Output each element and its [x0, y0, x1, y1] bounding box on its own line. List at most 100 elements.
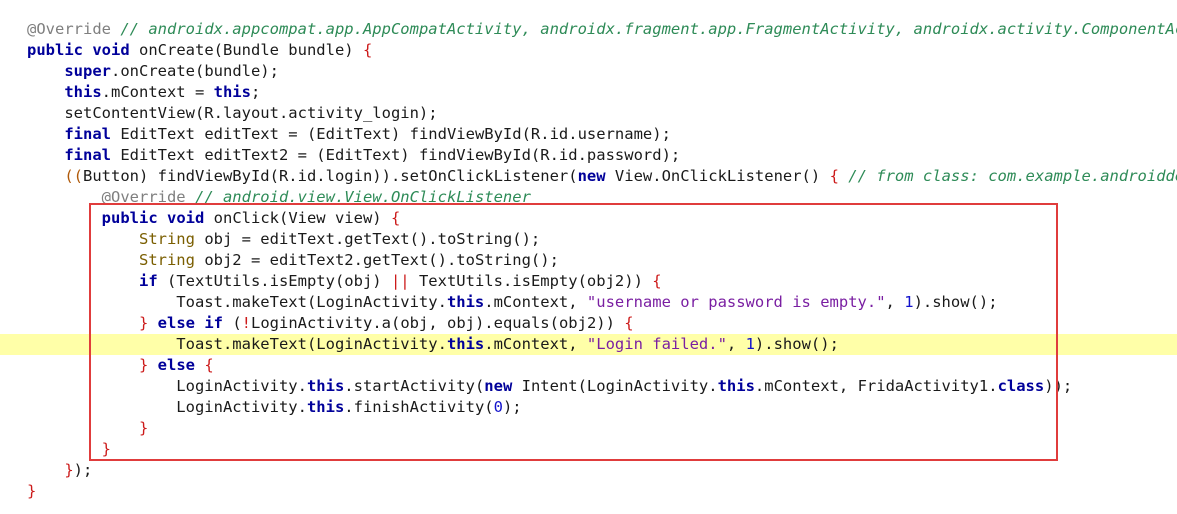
code-token: ));	[1044, 377, 1073, 395]
code-token: LoginActivity.a(obj, obj).equals(obj2))	[251, 314, 625, 332]
code-token: @Override	[101, 188, 195, 206]
code-line[interactable]: }	[0, 481, 1177, 502]
code-token: ).show();	[754, 335, 839, 353]
code-token: final	[64, 125, 111, 143]
code-token: 0	[493, 398, 503, 416]
code-token: new	[484, 377, 513, 395]
code-line[interactable]: LoginActivity.this.finishActivity(0);	[0, 397, 1177, 418]
code-token: void	[92, 41, 130, 59]
code-token: .startActivity(	[344, 377, 485, 395]
code-token: Toast.makeText(LoginActivity.	[27, 293, 447, 311]
code-token: .onCreate(bundle);	[111, 62, 279, 80]
code-token: this	[64, 83, 102, 101]
code-token: ||	[390, 272, 410, 290]
code-token: // android.view.View.OnClickListener	[194, 188, 531, 206]
code-token: Toast.makeText(LoginActivity.	[27, 335, 447, 353]
code-line[interactable]: final EditText editText2 = (EditText) fi…	[0, 145, 1177, 166]
code-token: this	[213, 83, 251, 101]
code-token: this	[446, 335, 485, 353]
code-token: @Override	[27, 20, 121, 38]
code-line[interactable]: final EditText editText = (EditText) fin…	[0, 124, 1177, 145]
code-token: Intent(LoginActivity.	[512, 377, 718, 395]
code-token: String	[138, 251, 195, 269]
code-token: {	[829, 167, 839, 185]
code-token: (	[223, 314, 242, 332]
code-token: .mContext,	[484, 293, 587, 311]
code-token: EditText editText2 = (EditText) findView…	[111, 146, 681, 164]
code-line[interactable]: }	[0, 418, 1177, 439]
code-token: else	[157, 356, 195, 374]
code-token: 1	[745, 335, 755, 353]
code-line[interactable]: public void onCreate(Bundle bundle) {	[0, 40, 1177, 61]
code-token: TextUtils.isEmpty(obj2))	[409, 272, 653, 290]
code-token: else if	[157, 314, 223, 332]
code-line[interactable]: super.onCreate(bundle);	[0, 61, 1177, 82]
code-line[interactable]: ((Button) findViewById(R.id.login)).setO…	[0, 166, 1177, 187]
code-token: String	[138, 230, 195, 248]
code-token: {	[362, 41, 373, 59]
code-token: onClick(View view)	[204, 209, 391, 227]
code-line[interactable]: } else if (!LoginActivity.a(obj, obj).eq…	[0, 313, 1177, 334]
code-token: obj = editText.getText().toString();	[194, 230, 541, 248]
code-token: 1	[904, 293, 914, 311]
code-line[interactable]: @Override // android.view.View.OnClickLi…	[0, 187, 1177, 208]
code-token: new	[577, 167, 606, 185]
code-token: ,	[885, 293, 905, 311]
code-token: ,	[726, 335, 746, 353]
code-token: this	[446, 293, 485, 311]
code-token: View.OnClickListener()	[605, 167, 830, 185]
code-line[interactable]: if (TextUtils.isEmpty(obj) || TextUtils.…	[0, 271, 1177, 292]
code-line[interactable]: this.mContext = this;	[0, 82, 1177, 103]
code-token: final	[64, 146, 111, 164]
code-token: setContentView(R.layout.activity_login);	[27, 104, 438, 122]
code-line[interactable]: });	[0, 460, 1177, 481]
code-line[interactable]: @Override // androidx.appcompat.app.AppC…	[0, 19, 1177, 40]
code-token: .mContext =	[101, 83, 214, 101]
code-token: void	[167, 209, 205, 227]
code-token: LoginActivity.	[27, 377, 307, 395]
code-token: .mContext, FridaActivity1.	[754, 377, 998, 395]
code-token: this	[306, 377, 345, 395]
code-token: class	[997, 377, 1045, 395]
code-token: public	[101, 209, 158, 227]
code-token: "username or password is empty."	[586, 293, 886, 311]
code-token: LoginActivity.	[27, 398, 307, 416]
code-token: this	[306, 398, 345, 416]
code-token: public	[27, 41, 83, 59]
code-token: );	[73, 461, 93, 479]
code-token: this	[717, 377, 755, 395]
code-line[interactable]: Toast.makeText(LoginActivity.this.mConte…	[0, 334, 1177, 355]
code-token: "Login failed."	[586, 335, 727, 353]
code-editor[interactable]: @Override // androidx.appcompat.app.AppC…	[0, 0, 1177, 514]
code-token: {	[390, 209, 401, 227]
code-line[interactable]: Toast.makeText(LoginActivity.this.mConte…	[0, 292, 1177, 313]
code-line[interactable]: LoginActivity.this.startActivity(new Int…	[0, 376, 1177, 397]
code-line[interactable]: } else {	[0, 355, 1177, 376]
code-line[interactable]: setContentView(R.layout.activity_login);	[0, 103, 1177, 124]
code-line[interactable]: String obj2 = editText2.getText().toStri…	[0, 250, 1177, 271]
code-line[interactable]: public void onClick(View view) {	[0, 208, 1177, 229]
code-token: (TextUtils.isEmpty(obj)	[157, 272, 391, 290]
code-token: {	[624, 314, 634, 332]
code-line[interactable]: String obj = editText.getText().toString…	[0, 229, 1177, 250]
code-token: }	[64, 461, 74, 479]
code-line[interactable]: }	[0, 439, 1177, 460]
code-token: }	[138, 419, 149, 437]
code-token: super	[64, 62, 111, 80]
